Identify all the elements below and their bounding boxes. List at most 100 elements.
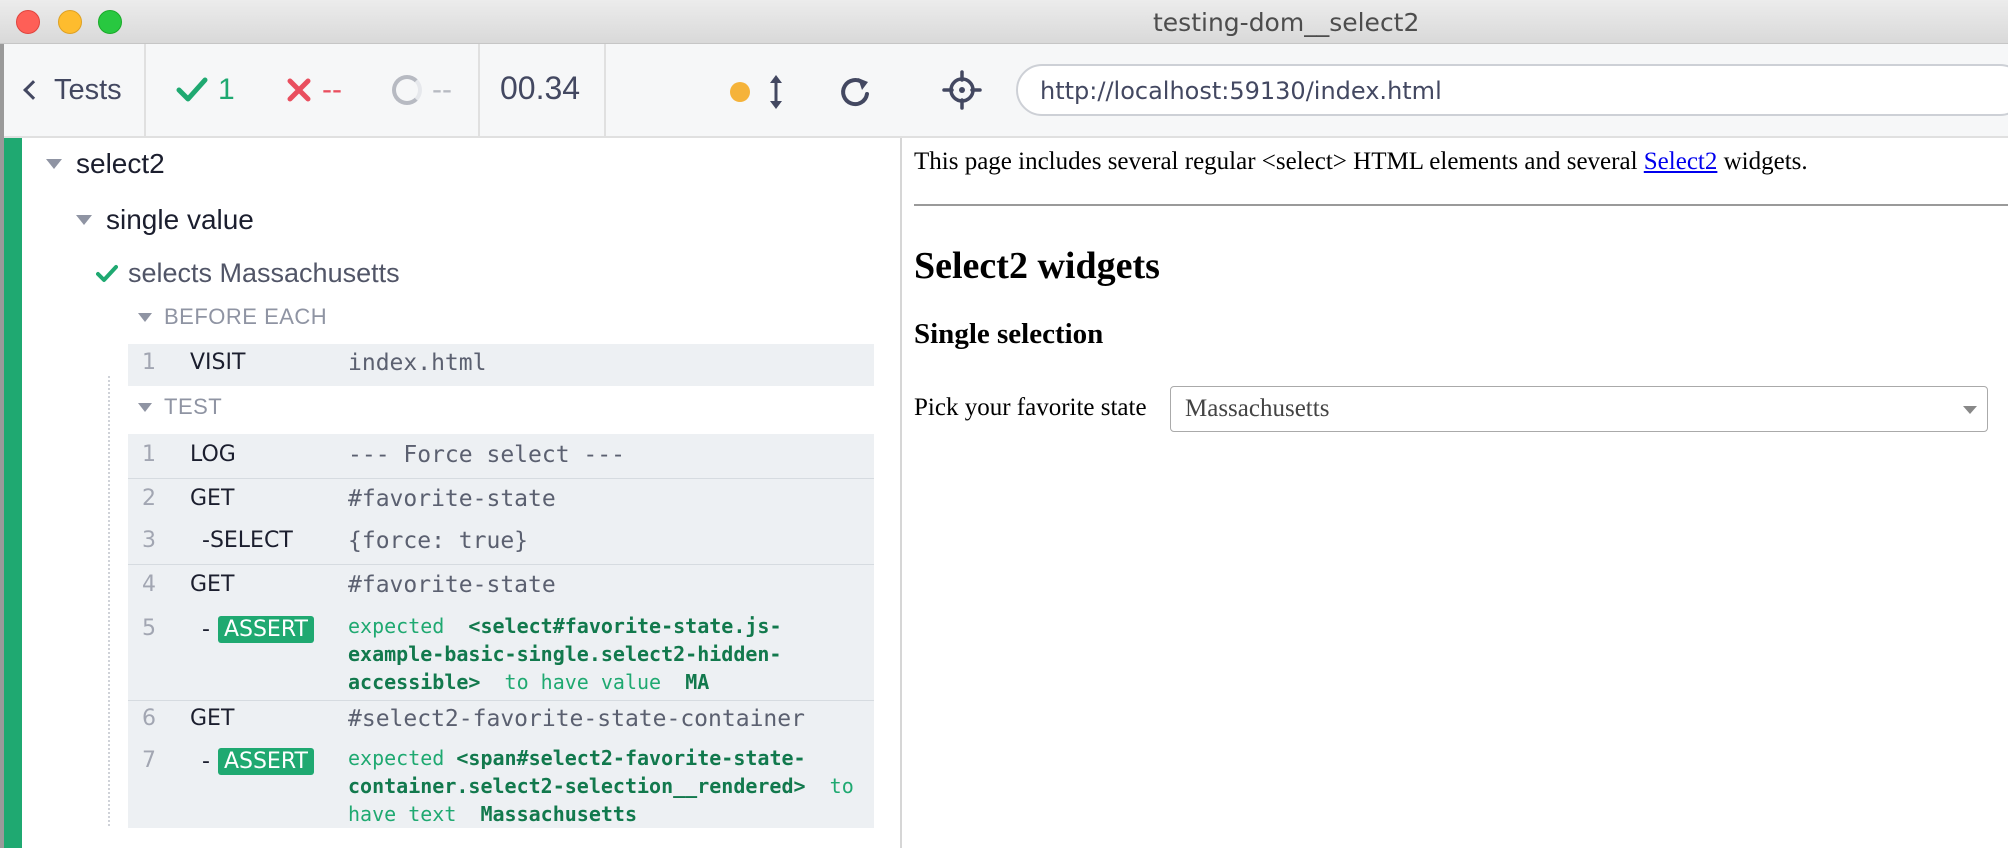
pass-status-bar: [4, 138, 22, 848]
tests-label: Tests: [54, 73, 122, 106]
intro-text-end: widgets.: [1717, 148, 1808, 175]
command-number: 5: [142, 616, 156, 641]
assert-verb-line2: to: [829, 774, 854, 798]
x-icon: [287, 78, 311, 102]
assert-expected: expected: [348, 746, 445, 770]
command-number: 7: [142, 748, 156, 773]
reporter-header: Tests 1 -- -- 00.34: [4, 44, 902, 138]
assert-message: expected <select#favorite-state.js- exam…: [348, 612, 868, 696]
command-row[interactable]: 2 GET #favorite-state: [128, 486, 874, 516]
reporter-body: select2 single value selects Massachuset…: [4, 138, 902, 848]
passed-count[interactable]: 1: [176, 70, 235, 110]
suite-single-value[interactable]: single value: [76, 204, 254, 236]
test-passed-check-icon: [96, 264, 118, 282]
assert-subject-line1: <span#select2-favorite-state-: [456, 746, 806, 770]
app-header: http://localhost:59130/index.html: [902, 44, 2008, 138]
passed-count-value: 1: [218, 73, 235, 106]
zoom-window-button[interactable]: [98, 10, 122, 34]
command-message: #select2-favorite-state-container: [348, 706, 805, 732]
command-name: VISIT: [190, 350, 246, 375]
url-text: http://localhost:59130/index.html: [1040, 77, 1442, 105]
command-number: 1: [142, 350, 156, 375]
failed-count[interactable]: --: [286, 70, 342, 110]
command-name: GET: [190, 486, 235, 511]
assert-subject-line2: container.select2-selection__rendered>: [348, 774, 806, 798]
suite-title: select2: [76, 148, 165, 179]
test-selects-massachusetts[interactable]: selects Massachusetts: [96, 258, 400, 289]
close-window-button[interactable]: [16, 10, 40, 34]
command-row[interactable]: 1 VISIT index.html: [128, 350, 874, 380]
favorite-state-select[interactable]: Massachusetts: [1170, 386, 1988, 432]
command-name: -SELECT: [202, 528, 293, 553]
command-name: GET: [190, 572, 235, 597]
command-message: {force: true}: [348, 528, 529, 554]
assert-subject-line1: <select#favorite-state.js-: [468, 614, 782, 638]
command-number: 1: [142, 442, 156, 467]
test-commands: 1 LOG --- Force select --- 2 GET #favori…: [128, 434, 874, 828]
assert-verb-line3: have text: [348, 802, 457, 826]
window-title: testing-dom__select2: [1153, 8, 1420, 37]
assert-expected: expected: [348, 614, 445, 638]
selector-playground-crosshair-icon[interactable]: [942, 70, 982, 110]
intro-paragraph: This page includes several regular <sele…: [914, 148, 1808, 176]
header-divider: [144, 44, 146, 138]
command-name: - ASSERT: [202, 748, 314, 775]
pending-count-value: --: [432, 73, 452, 106]
before-each-commands: 1 VISIT index.html: [128, 344, 874, 386]
command-message: index.html: [348, 350, 487, 376]
assert-badge: ASSERT: [217, 748, 314, 775]
command-name: LOG: [190, 442, 236, 467]
assert-value: MA: [685, 670, 710, 694]
select2-link[interactable]: Select2: [1644, 148, 1718, 175]
command-number: 3: [142, 528, 156, 553]
command-message: #favorite-state: [348, 486, 556, 512]
pending-spinner-icon: [392, 75, 422, 105]
header-divider: [478, 44, 480, 138]
pending-count[interactable]: --: [392, 70, 452, 110]
command-row[interactable]: 6 GET #select2-favorite-state-container: [128, 706, 874, 736]
command-number: 2: [142, 486, 156, 511]
command-row[interactable]: 7 - ASSERT expected <span#select2-favorit…: [128, 744, 874, 828]
run-duration: 00.34: [500, 70, 581, 106]
collapse-caret-icon: [46, 159, 62, 169]
horizontal-rule: [914, 204, 2008, 206]
chevron-left-icon: [23, 80, 43, 100]
favorite-state-label: Pick your favorite state: [914, 394, 1147, 421]
assert-subject-line3: accessible>: [348, 670, 481, 694]
test-reporter-panel: Tests 1 -- -- 00.34 select2 single value…: [0, 44, 902, 848]
command-message: --- Force select ---: [348, 442, 625, 468]
minimize-window-button[interactable]: [58, 10, 82, 34]
hook-test[interactable]: TEST: [138, 394, 222, 420]
check-icon: [176, 77, 208, 102]
command-divider: [128, 478, 874, 479]
failed-count-value: --: [322, 73, 342, 106]
command-name: GET: [190, 706, 235, 731]
command-row[interactable]: 5 - ASSERT expected <select#favorite-stat…: [128, 612, 874, 698]
tree-connector: [108, 376, 110, 826]
command-message: #favorite-state: [348, 572, 556, 598]
collapse-caret-icon: [76, 215, 92, 225]
hook-before-each[interactable]: BEFORE EACH: [138, 304, 327, 330]
assert-verb: to have value: [504, 670, 662, 694]
command-row[interactable]: 4 GET #favorite-state: [128, 572, 874, 602]
assert-dash: -: [202, 617, 210, 642]
auto-scroll-toggle-icon[interactable]: [766, 72, 786, 112]
intro-text: This page includes several regular <sele…: [914, 148, 1644, 175]
command-divider: [128, 564, 874, 565]
collapse-caret-icon: [138, 402, 152, 412]
command-divider: [128, 700, 874, 701]
assert-message: expected <span#select2-favorite-state- c…: [348, 744, 868, 828]
command-row[interactable]: 3 -SELECT {force: true}: [128, 528, 874, 558]
tests-back-button[interactable]: Tests: [23, 72, 122, 108]
header-divider: [604, 44, 606, 138]
hook-label: BEFORE EACH: [164, 304, 328, 329]
assert-badge: ASSERT: [217, 616, 314, 643]
assert-dash: -: [202, 749, 210, 774]
command-number: 4: [142, 572, 156, 597]
subsection-heading: Single selection: [914, 318, 1104, 350]
url-bar[interactable]: http://localhost:59130/index.html: [1016, 64, 2008, 116]
command-row[interactable]: 1 LOG --- Force select ---: [128, 442, 874, 472]
suite-select2[interactable]: select2: [46, 148, 165, 180]
rerun-tests-icon[interactable]: [836, 74, 876, 110]
assert-subject-line2: example-basic-single.select2-hidden-: [348, 642, 782, 666]
